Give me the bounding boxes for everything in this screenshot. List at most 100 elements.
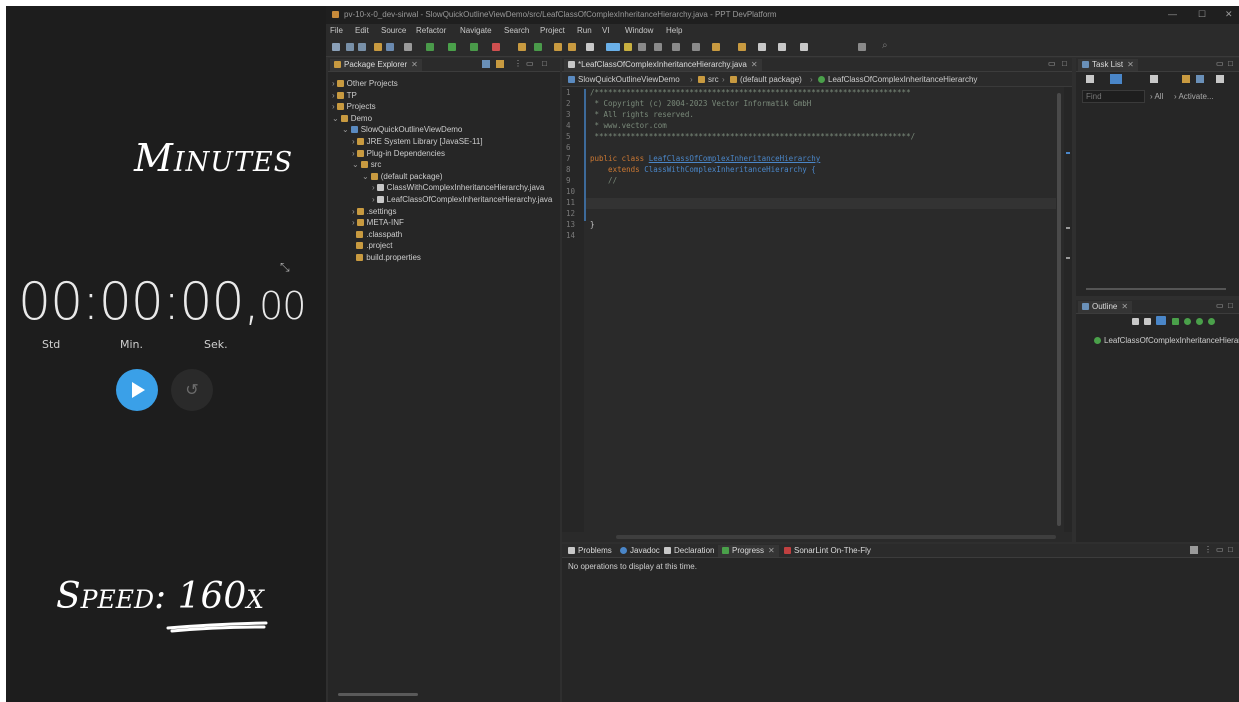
- tree-item[interactable]: ⌄ SlowQuickOutlineViewDemo: [342, 124, 462, 135]
- chevron-right-icon[interactable]: ›: [352, 218, 355, 227]
- breadcrumb-class[interactable]: LeafClassOfComplexInheritanceHierarchy: [818, 75, 977, 84]
- chevron-right-icon[interactable]: ›: [332, 102, 335, 111]
- tree-item[interactable]: › Other Projects: [332, 78, 398, 89]
- menu-run[interactable]: Run: [577, 26, 592, 35]
- bottom-view-menu-icon[interactable]: ⋮: [1204, 545, 1212, 554]
- maximize-icon[interactable]: ☐: [1198, 9, 1206, 20]
- toggle-mark-icon[interactable]: [606, 43, 620, 51]
- save-all-icon[interactable]: [358, 43, 366, 51]
- tab-editor-file[interactable]: *LeafClassOfComplexInheritanceHierarchy.…: [564, 59, 762, 71]
- tree-item[interactable]: › ClassWithComplexInheritanceHierarchy.ja…: [372, 182, 544, 193]
- breadcrumb-project[interactable]: SlowQuickOutlineViewDemo: [568, 75, 680, 84]
- chevron-down-icon[interactable]: ⌄: [362, 172, 369, 181]
- new-task-icon[interactable]: [1086, 75, 1094, 83]
- close-editor-icon[interactable]: ✕: [751, 60, 758, 69]
- tree-item[interactable]: ⌄ src: [352, 159, 381, 170]
- tab-outline[interactable]: Outline ✕: [1078, 301, 1133, 313]
- close-tab-icon[interactable]: ✕: [411, 60, 418, 69]
- tree-item[interactable]: › LeafClassOfComplexInheritanceHierarchy.…: [372, 194, 552, 205]
- chevron-right-icon[interactable]: ›: [372, 183, 375, 192]
- tab-task-list[interactable]: Task List ✕: [1078, 59, 1138, 71]
- tab-package-explorer[interactable]: Package Explorer ✕: [330, 59, 422, 71]
- activate-link[interactable]: › Activate...: [1174, 92, 1214, 101]
- build-icon[interactable]: [374, 43, 382, 51]
- hide-local-types-icon[interactable]: [1183, 318, 1191, 325]
- close-outline-icon[interactable]: ✕: [1121, 302, 1128, 311]
- breadcrumb-src[interactable]: src: [698, 75, 719, 84]
- chevron-right-icon[interactable]: ›: [372, 195, 375, 204]
- menu-source[interactable]: Source: [381, 26, 406, 35]
- search-icon[interactable]: ⌕: [882, 40, 888, 51]
- link-editor-icon[interactable]: [496, 60, 504, 68]
- menu-project[interactable]: Project: [540, 26, 565, 35]
- annotation-next-icon[interactable]: [692, 43, 700, 51]
- outline-minimize-icon[interactable]: ▭: [1216, 301, 1224, 310]
- chevron-down-icon[interactable]: ⌄: [342, 125, 349, 134]
- view-menu-icon[interactable]: ⋮: [514, 59, 522, 68]
- pilcrow-icon[interactable]: [672, 43, 680, 51]
- open-type-icon[interactable]: [554, 43, 562, 51]
- close-icon[interactable]: ✕: [1225, 9, 1233, 20]
- editor-horizontal-scrollbar[interactable]: [586, 533, 1062, 542]
- tab-javadoc[interactable]: Javadoc: [616, 545, 664, 557]
- hide-completed-icon[interactable]: [1182, 75, 1190, 83]
- tab-declaration[interactable]: Declaration: [660, 545, 718, 557]
- task-filter-all[interactable]: › All: [1150, 92, 1163, 101]
- menu-search[interactable]: Search: [504, 26, 529, 35]
- outline-maximize-icon[interactable]: □: [1228, 301, 1233, 310]
- menu-file[interactable]: File: [330, 26, 343, 35]
- tree-item[interactable]: .project: [352, 240, 392, 251]
- task-scrollbar[interactable]: [1086, 288, 1226, 290]
- build-all-icon[interactable]: [386, 43, 394, 51]
- minimize-view-icon[interactable]: ▭: [526, 59, 534, 68]
- collapse-all-icon[interactable]: [482, 60, 490, 68]
- tree-item[interactable]: build.properties: [352, 252, 421, 263]
- editor-maximize-icon[interactable]: □: [1062, 59, 1067, 68]
- hide-nonpublic-icon[interactable]: [1171, 318, 1179, 325]
- tree-item[interactable]: › Projects: [332, 101, 376, 112]
- editor-minimize-icon[interactable]: ▭: [1048, 59, 1056, 68]
- task-filter-input[interactable]: Find: [1082, 90, 1145, 103]
- highlight-icon[interactable]: [624, 43, 632, 51]
- breadcrumb-package[interactable]: (default package): [730, 75, 802, 84]
- link-outline-icon[interactable]: [1196, 318, 1204, 325]
- block-select-icon[interactable]: [654, 43, 662, 51]
- tree-item[interactable]: › META-INF: [352, 217, 404, 228]
- back-icon[interactable]: [758, 43, 766, 51]
- scheduled-icon[interactable]: [1150, 75, 1158, 83]
- perspective-icon[interactable]: [858, 43, 866, 51]
- show-whitespace-icon[interactable]: [638, 43, 646, 51]
- new-icon[interactable]: [332, 43, 340, 51]
- tree-item[interactable]: › JRE System Library [JavaSE-11]: [352, 136, 483, 147]
- bottom-maximize-icon[interactable]: □: [1228, 545, 1233, 554]
- chevron-down-icon[interactable]: ⌄: [332, 114, 339, 123]
- sync-icon[interactable]: [1216, 75, 1224, 83]
- save-icon[interactable]: [346, 43, 354, 51]
- chevron-down-icon[interactable]: ⌄: [352, 160, 359, 169]
- bottom-minimize-icon[interactable]: ▭: [1216, 545, 1224, 554]
- chevron-right-icon[interactable]: ›: [352, 207, 355, 216]
- tab-progress[interactable]: Progress ✕: [718, 545, 779, 557]
- debug-icon[interactable]: [426, 43, 434, 51]
- vertical-scrollbar[interactable]: [1056, 87, 1062, 532]
- close-task-list-icon[interactable]: ✕: [1127, 60, 1134, 69]
- chevron-right-icon[interactable]: ›: [332, 91, 335, 100]
- menu-navigate[interactable]: Navigate: [460, 26, 492, 35]
- tab-sonarlint[interactable]: SonarLint On-The-Fly: [780, 545, 875, 557]
- run-icon[interactable]: [448, 43, 456, 51]
- hide-static-icon[interactable]: [1156, 316, 1167, 325]
- chevron-right-icon[interactable]: ›: [352, 137, 355, 146]
- pin-icon[interactable]: [800, 43, 808, 51]
- menu-help[interactable]: Help: [666, 26, 682, 35]
- run-config-icon[interactable]: [470, 43, 478, 51]
- last-edit-icon[interactable]: [738, 43, 746, 51]
- skip-breakpoints-icon[interactable]: [404, 43, 412, 51]
- tree-item[interactable]: ⌄ Demo: [332, 113, 372, 124]
- chevron-right-icon[interactable]: ›: [352, 149, 355, 158]
- outline-item-class[interactable]: LeafClassOfComplexInheritanceHierarchy: [1094, 336, 1239, 345]
- outline-menu-icon[interactable]: [1208, 318, 1216, 325]
- horizontal-scrollbar[interactable]: [338, 693, 418, 696]
- hide-fields-icon[interactable]: [1144, 318, 1152, 325]
- sort-icon[interactable]: [1132, 318, 1139, 325]
- menu-window[interactable]: Window: [625, 26, 653, 35]
